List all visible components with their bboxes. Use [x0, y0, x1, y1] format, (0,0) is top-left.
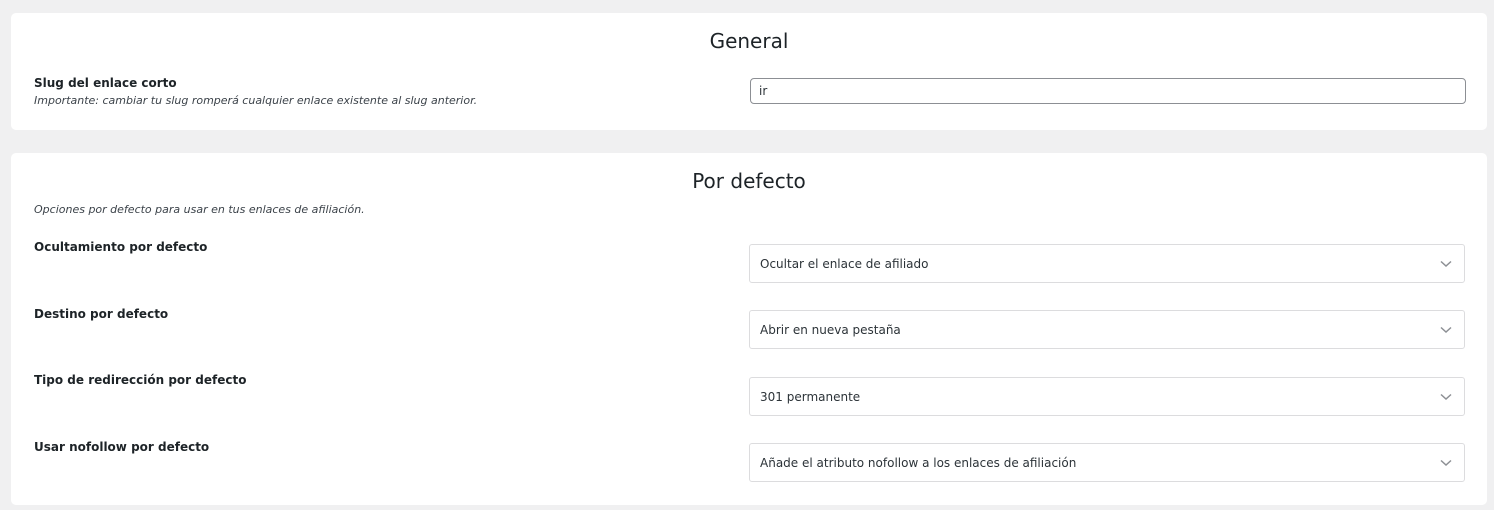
slug-warning-note: Importante: cambiar tu slug romperá cual… [34, 94, 478, 107]
general-section-title: General [709, 29, 789, 53]
default-nofollow-select[interactable]: Añade el atributo nofollow a los enlaces… [749, 443, 1465, 482]
defaults-section-title: Por defecto [692, 169, 806, 193]
defaults-description: Opciones por defecto para usar en tus en… [34, 203, 365, 216]
chevron-down-icon [1440, 326, 1452, 334]
default-target-label: Destino por defecto [34, 307, 169, 321]
default-settings-card: Por defecto Opciones por defecto para us… [11, 153, 1487, 505]
slug-input[interactable] [750, 78, 1466, 104]
default-redirect-label: Tipo de redirección por defecto [34, 373, 247, 387]
chevron-down-icon [1440, 260, 1452, 268]
default-target-value: Abrir en nueva pestaña [760, 322, 901, 337]
chevron-down-icon [1440, 393, 1452, 401]
default-target-select[interactable]: Abrir en nueva pestaña [749, 310, 1465, 349]
default-cloaking-select[interactable]: Ocultar el enlace de afiliado [749, 244, 1465, 283]
default-nofollow-label: Usar nofollow por defecto [34, 440, 210, 454]
slug-label: Slug del enlace corto [34, 76, 177, 90]
default-nofollow-value: Añade el atributo nofollow a los enlaces… [760, 455, 1077, 470]
default-redirect-value: 301 permanente [760, 389, 861, 404]
general-settings-card: General Slug del enlace corto Importante… [11, 13, 1487, 130]
chevron-down-icon [1440, 459, 1452, 467]
default-cloaking-label: Ocultamiento por defecto [34, 240, 208, 254]
settings-page: General Slug del enlace corto Importante… [0, 0, 1494, 510]
default-cloaking-value: Ocultar el enlace de afiliado [760, 256, 929, 271]
default-redirect-select[interactable]: 301 permanente [749, 377, 1465, 416]
